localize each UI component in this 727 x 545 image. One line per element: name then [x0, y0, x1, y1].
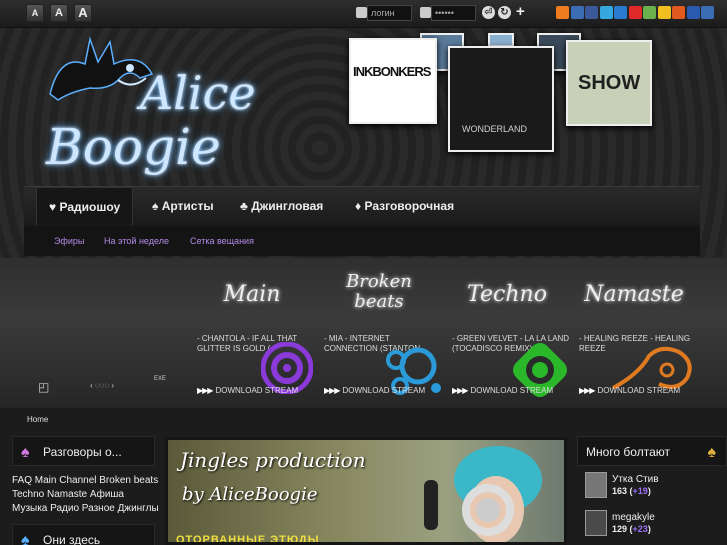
banner-subtitle: by AliceBoogie: [182, 484, 318, 505]
dj-girl-image: [424, 446, 542, 542]
left-sidebar: ♠ Разговоры о... FAQ Main Channel Broken…: [12, 436, 159, 545]
subnav-this-week[interactable]: На этой неделе: [104, 236, 169, 246]
refresh-icon[interactable]: ↻: [498, 6, 511, 19]
download-stream-link[interactable]: ▶▶▶ DOWNLOAD STREAM: [452, 386, 553, 395]
social-share-icon[interactable]: [556, 6, 569, 19]
key-icon: [420, 7, 431, 18]
social-share-icon[interactable]: [570, 6, 584, 19]
social-share-icon[interactable]: [672, 6, 685, 19]
cover-label: INKBONKERS: [353, 64, 431, 79]
logo-line1: Alice: [140, 66, 256, 120]
logo-line2: Boogie: [46, 118, 221, 176]
password-input[interactable]: ••••••: [431, 5, 476, 21]
user-name[interactable]: megakyle: [612, 512, 655, 523]
user-name[interactable]: Утка Стив: [612, 474, 659, 485]
panel-chatty-header: Много болтают ♠: [577, 436, 727, 466]
social-share-icon[interactable]: [585, 6, 598, 19]
user-score: 163 (+19): [612, 486, 651, 496]
nav-label: Разговорочная: [364, 199, 455, 213]
club-icon: ♣: [240, 199, 248, 213]
user-score: 129 (+23): [612, 524, 651, 534]
user-row[interactable]: Утка Стив 163 (+19): [585, 472, 725, 500]
panel-talks-header: ♠ Разговоры о...: [12, 436, 155, 466]
channel-techno[interactable]: Techno - GREEN VELVET - LA LA LAND (TOCA…: [452, 272, 577, 402]
main-nav: ♥ Радиошоу ♠ Артисты ♣ Джингловая ♦ Разг…: [24, 186, 700, 226]
spade-icon: ♠: [152, 199, 159, 213]
mushroom-icon: ♠: [21, 532, 30, 545]
nav-jingles[interactable]: ♣ Джингловая: [228, 187, 335, 225]
cover-inkbonkers[interactable]: INKBONKERS: [349, 38, 437, 124]
download-stream-link[interactable]: ▶▶▶ DOWNLOAD STREAM: [579, 386, 680, 395]
heart-icon: ♥: [49, 200, 57, 214]
nav-label: Артисты: [161, 199, 214, 213]
top-bar: A A A логин •••••• ⏎ ↻ +: [0, 0, 727, 28]
cover-show[interactable]: SHOW: [566, 40, 652, 126]
diamond-icon: ♦: [355, 199, 362, 213]
channel-title: Namaste: [584, 282, 684, 307]
subnav-broadcasts[interactable]: Эфиры: [54, 236, 84, 246]
panel-title: Они здесь: [43, 533, 101, 545]
sub-nav: Эфиры На этой неделе Сетка вещания: [24, 226, 700, 256]
window-icon[interactable]: ◰: [38, 380, 49, 394]
stream-band: ◰ ‹ ◌◌◌ › EXE Main - CHANTOLA - IF ALL T…: [0, 258, 727, 408]
channel-title: Main: [223, 282, 281, 307]
mushroom-icon: ♠: [21, 444, 30, 461]
social-share-icon[interactable]: [599, 6, 613, 19]
jingles-banner[interactable]: Jingles production by AliceBoogie ОТОРВА…: [165, 437, 567, 545]
breadcrumb-home[interactable]: Home: [27, 415, 48, 424]
cover-wonderland[interactable]: WONDERLAND: [448, 46, 554, 152]
cover-thumb[interactable]: [488, 33, 514, 47]
nav-talks[interactable]: ♦ Разговорочная: [343, 187, 466, 225]
channel-main[interactable]: Main - CHANTOLA - IF ALL THAT GLITTER IS…: [197, 272, 322, 402]
panel-title: Много болтают: [586, 445, 670, 459]
channel-broken-beats[interactable]: Broken beats - MIA - INTERNET CONNECTION…: [324, 272, 449, 402]
nav-label: Джингловая: [251, 199, 324, 213]
login-icon[interactable]: ⏎: [482, 6, 495, 19]
font-size-large-button[interactable]: A: [74, 4, 92, 22]
user-row[interactable]: megakyle 129 (+23): [585, 510, 725, 538]
nav-artists[interactable]: ♠ Артисты: [140, 187, 226, 225]
panel-title: Разговоры о...: [43, 445, 122, 459]
social-share-icon[interactable]: [686, 6, 700, 19]
user-icon: [356, 7, 367, 18]
right-sidebar: Много болтают ♠ Утка Стив 163 (+19) mega…: [577, 436, 727, 545]
register-plus-icon[interactable]: +: [516, 3, 525, 20]
nav-radioshow[interactable]: ♥ Радиошоу: [36, 187, 134, 225]
tag-cloud[interactable]: FAQ Main Channel Broken beats Techno Nam…: [12, 474, 162, 516]
social-share-icon[interactable]: [657, 6, 671, 19]
mic-icon[interactable]: EXE: [154, 376, 166, 382]
social-share-icon[interactable]: [643, 6, 656, 19]
nav-label: Радиошоу: [59, 200, 121, 214]
panel-online-header: ♠ Они здесь: [12, 524, 155, 545]
download-stream-link[interactable]: ▶▶▶ DOWNLOAD STREAM: [197, 386, 298, 395]
channel-title: Techno: [467, 282, 547, 307]
stream-switcher[interactable]: ‹ ◌◌◌ ›: [90, 381, 114, 390]
download-stream-link[interactable]: ▶▶▶ DOWNLOAD STREAM: [324, 386, 425, 395]
channel-namaste[interactable]: Namaste - HEALING REEZE - HEALING REEZE …: [579, 272, 704, 402]
banner-caption: ОТОРВАННЫЕ ЭТЮДЫ: [176, 534, 320, 545]
breadcrumb-bar: Home: [0, 408, 727, 428]
social-share-icon[interactable]: [614, 6, 627, 19]
social-share-icon[interactable]: [701, 6, 714, 19]
banner-title: Jingles production: [180, 448, 366, 472]
cover-label: SHOW: [578, 72, 641, 94]
font-size-small-button[interactable]: A: [26, 4, 44, 22]
channel-title: Broken beats: [346, 271, 412, 312]
mushroom-icon: ♠: [707, 444, 717, 461]
avatar[interactable]: [585, 510, 607, 536]
login-input[interactable]: логин: [367, 5, 412, 21]
font-size-medium-button[interactable]: A: [50, 4, 68, 22]
cover-label: WONDERLAND: [462, 124, 528, 134]
social-share-icon[interactable]: [628, 6, 642, 19]
subnav-schedule[interactable]: Сетка вещания: [190, 236, 254, 246]
avatar[interactable]: [585, 472, 607, 498]
